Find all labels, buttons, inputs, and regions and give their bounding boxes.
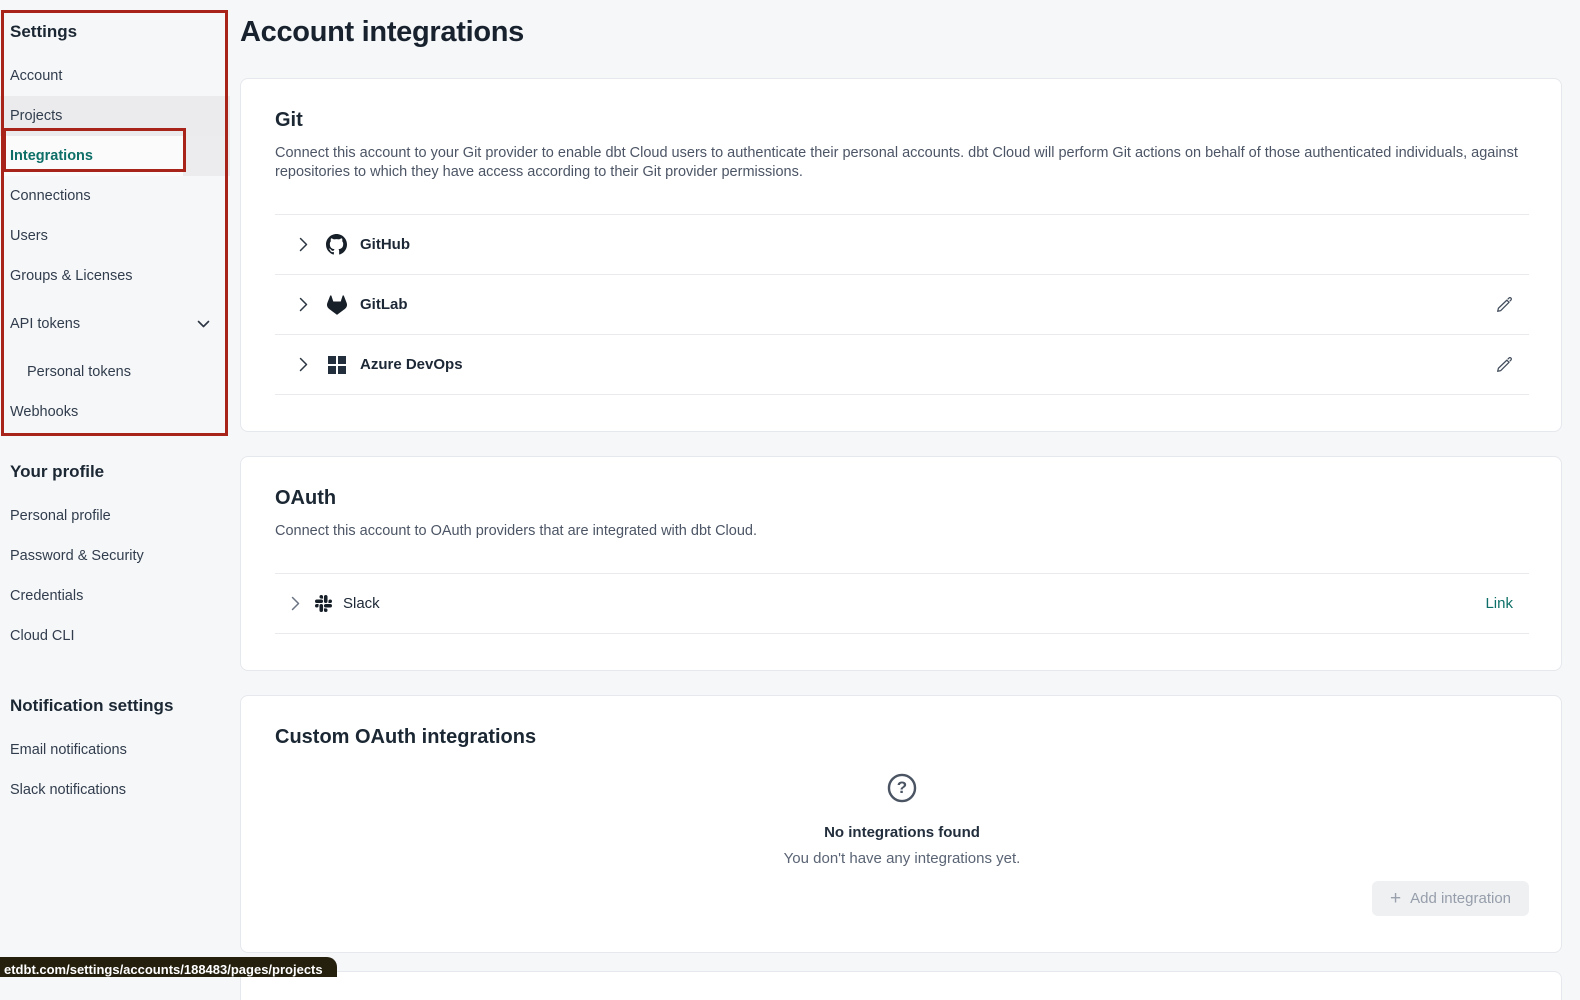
svg-text:?: ? xyxy=(897,778,907,797)
chevron-right-icon xyxy=(299,297,308,312)
chevron-right-icon xyxy=(299,237,308,252)
sidebar-item-integrations[interactable]: Integrations xyxy=(0,136,230,176)
sidebar-item-account[interactable]: Account xyxy=(0,56,230,96)
gitlab-icon xyxy=(326,295,347,315)
sidebar-item-api-tokens[interactable]: API tokens xyxy=(0,304,230,344)
edit-icon[interactable] xyxy=(1495,356,1513,374)
plus-icon: + xyxy=(1390,892,1401,906)
chevron-right-icon xyxy=(299,357,308,372)
add-integration-label: Add integration xyxy=(1410,890,1511,907)
slack-link-action[interactable]: Link xyxy=(1485,595,1513,612)
git-provider-label: Azure DevOps xyxy=(360,356,463,373)
oauth-card: OAuth Connect this account to OAuth prov… xyxy=(240,456,1562,671)
azure-devops-icon xyxy=(326,356,347,374)
sidebar-item-password-security[interactable]: Password & Security xyxy=(0,536,230,576)
sidebar-item-credentials[interactable]: Credentials xyxy=(0,576,230,616)
empty-state: ? No integrations found You don't have a… xyxy=(275,771,1529,867)
sidebar-item-webhooks[interactable]: Webhooks xyxy=(0,392,230,432)
chevron-down-icon xyxy=(197,320,210,329)
git-provider-list: GitHub GitLab xyxy=(275,214,1529,395)
custom-oauth-section-title: Custom OAuth integrations xyxy=(275,726,1529,749)
sidebar-item-personal-tokens[interactable]: Personal tokens xyxy=(0,352,230,392)
question-circle-icon: ? xyxy=(885,771,919,810)
sidebar-header-your-profile: Your profile xyxy=(0,454,230,496)
oauth-provider-row-slack[interactable]: Slack Link xyxy=(275,574,1529,634)
git-provider-label: GitLab xyxy=(360,296,408,313)
sidebar-header-notification-settings: Notification settings xyxy=(0,688,230,730)
button-bar: + Add integration xyxy=(275,881,1529,916)
sidebar-item-users[interactable]: Users xyxy=(0,216,230,256)
chevron-right-icon xyxy=(291,596,300,611)
sidebar-item-groups-licenses[interactable]: Groups & Licenses xyxy=(0,256,230,296)
git-section-description: Connect this account to your Git provide… xyxy=(275,144,1529,182)
empty-state-subtitle: You don't have any integrations yet. xyxy=(275,850,1529,867)
sidebar-item-connections[interactable]: Connections xyxy=(0,176,230,216)
settings-sidebar: Settings Account Projects Integrations C… xyxy=(0,0,230,977)
git-provider-row-github[interactable]: GitHub xyxy=(275,215,1529,275)
github-icon xyxy=(326,234,347,255)
oauth-section-title: OAuth xyxy=(275,487,1529,510)
oauth-provider-list: Slack Link xyxy=(275,573,1529,634)
sidebar-item-email-notifications[interactable]: Email notifications xyxy=(0,730,230,770)
partial-next-card xyxy=(240,971,1562,1000)
git-provider-label: GitHub xyxy=(360,236,410,253)
sidebar-item-personal-profile[interactable]: Personal profile xyxy=(0,496,230,536)
main-content: Account integrations Git Connect this ac… xyxy=(240,0,1562,1000)
page-title: Account integrations xyxy=(240,14,1562,50)
oauth-section-description: Connect this account to OAuth providers … xyxy=(275,522,1529,541)
git-section-title: Git xyxy=(275,109,1529,132)
git-provider-row-gitlab[interactable]: GitLab xyxy=(275,275,1529,335)
slack-icon xyxy=(314,595,332,612)
empty-state-title: No integrations found xyxy=(275,824,1529,841)
sidebar-item-projects[interactable]: Projects xyxy=(0,96,230,136)
custom-oauth-card: Custom OAuth integrations ? No integrati… xyxy=(240,695,1562,953)
browser-status-url: etdbt.com/settings/accounts/188483/pages… xyxy=(0,957,337,977)
git-card: Git Connect this account to your Git pro… xyxy=(240,78,1562,432)
sidebar-item-slack-notifications[interactable]: Slack notifications xyxy=(0,770,230,810)
git-provider-row-azure-devops[interactable]: Azure DevOps xyxy=(275,335,1529,395)
edit-icon[interactable] xyxy=(1495,296,1513,314)
sidebar-item-cloud-cli[interactable]: Cloud CLI xyxy=(0,616,230,656)
sidebar-header-settings: Settings xyxy=(0,14,230,56)
oauth-provider-label: Slack xyxy=(343,595,380,612)
add-integration-button[interactable]: + Add integration xyxy=(1372,881,1529,916)
